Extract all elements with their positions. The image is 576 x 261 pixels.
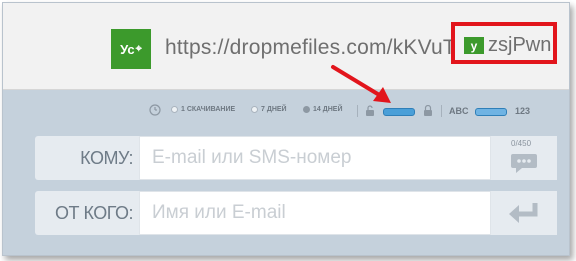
option-14-days[interactable]: 14 ДНЕЙ	[303, 106, 342, 113]
char-counter: 0/450	[511, 139, 532, 148]
unlock-icon	[366, 105, 374, 116]
enter-send-icon[interactable]	[507, 201, 541, 225]
options-row: 1 СКАЧИВАНИЕ 7 ДНЕЙ 14 ДНЕЙ ABC 123	[143, 103, 543, 119]
radio-1-download[interactable]	[171, 106, 178, 113]
sender-input[interactable]: Имя или E-mail	[139, 191, 491, 235]
numbers-label: 123	[515, 106, 531, 116]
divider	[357, 105, 358, 117]
copy-link-label: Ус	[120, 41, 135, 57]
to-field: КОМУ: E-mail или SMS-номер 0/450	[35, 136, 557, 180]
share-url[interactable]: https://dropmefiles.com/kKVuT	[165, 36, 456, 60]
radio-7-days[interactable]	[251, 106, 258, 113]
option-14-days-label: 14 ДНЕЙ	[313, 106, 343, 113]
recipient-input[interactable]: E-mail или SMS-номер	[139, 136, 491, 180]
from-label: ОТ КОГО:	[54, 202, 134, 223]
option-1-download-label: 1 СКАЧИВАНИЕ	[181, 106, 236, 113]
password-toggle[interactable]	[383, 108, 415, 116]
option-7-days[interactable]: 7 ДНЕЙ	[251, 106, 287, 113]
share-panel: Ус ⌖ https://dropmefiles.com/kKVuT у zsjP…	[2, 2, 570, 256]
share-url-tail[interactable]: zsjPwn	[488, 34, 551, 57]
cursor-icon: ⌖	[135, 42, 142, 55]
url-bar: Ус ⌖ https://dropmefiles.com/kKVuT у zsjP…	[3, 3, 569, 90]
copy-link-button[interactable]: Ус ⌖	[111, 29, 151, 69]
radio-14-days[interactable]	[303, 106, 310, 113]
link-type-toggle[interactable]	[475, 108, 507, 116]
divider	[441, 105, 442, 117]
from-field: ОТ КОГО: Имя или E-mail	[35, 191, 557, 235]
highlight-box: у zsjPwn	[451, 22, 557, 64]
option-7-days-label: 7 ДНЕЙ	[261, 106, 287, 113]
lock-icon	[424, 105, 432, 116]
red-arrow-icon	[331, 65, 391, 103]
to-label: КОМУ:	[80, 147, 133, 168]
copy-mini-button[interactable]: у	[464, 37, 484, 54]
sms-icon[interactable]	[510, 152, 538, 174]
abc-label: ABC	[449, 106, 469, 116]
option-1-download[interactable]: 1 СКАЧИВАНИЕ	[171, 106, 235, 113]
clock-icon	[149, 104, 161, 116]
